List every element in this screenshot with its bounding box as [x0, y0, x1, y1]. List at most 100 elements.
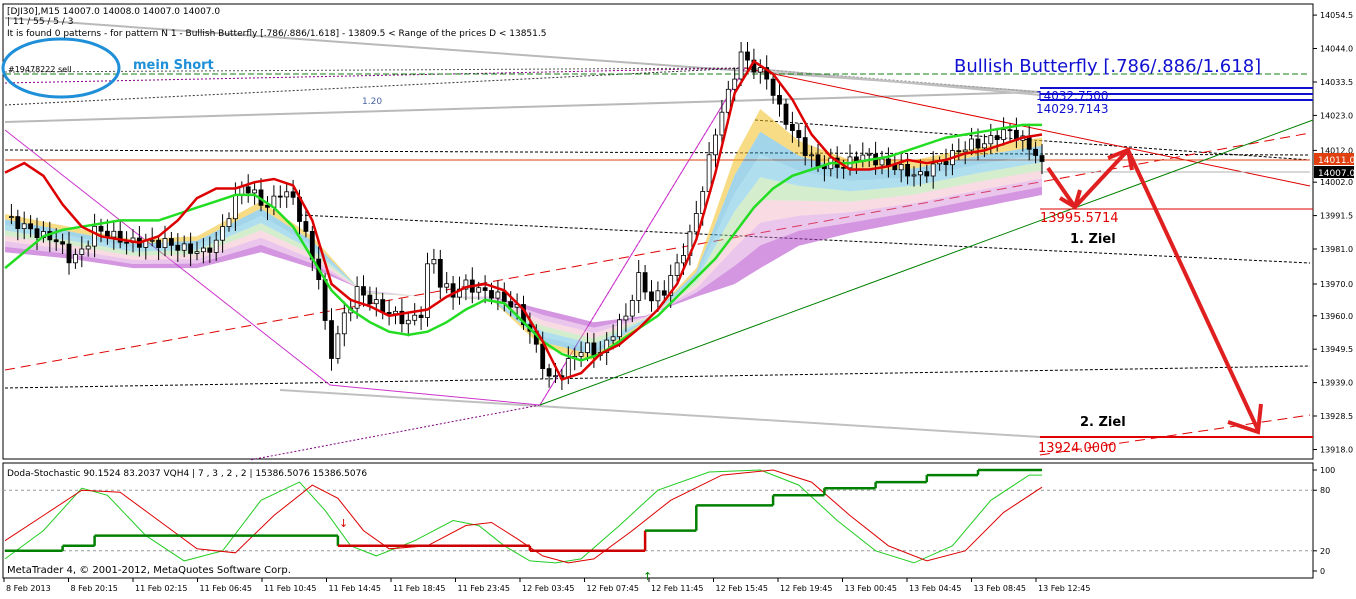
- candle-body: [1001, 129, 1006, 140]
- candle-body: [943, 160, 949, 166]
- price-tag-red-text: 14011.0: [1318, 156, 1355, 166]
- candle-body: [28, 223, 34, 230]
- level-a-label: 14032.7500: [1036, 89, 1109, 103]
- price-tick-label: 13970.0: [1320, 280, 1353, 289]
- candle-body: [629, 299, 635, 317]
- candle-body: [1007, 129, 1013, 132]
- candle-body: [329, 320, 334, 359]
- candle-body: [489, 290, 494, 299]
- candle-body: [124, 241, 129, 244]
- candle-body: [322, 279, 328, 321]
- time-tick-label: 11 Feb 23:45: [458, 584, 510, 593]
- candle-body: [655, 290, 661, 302]
- candle-body: [911, 174, 917, 177]
- candle-body: [444, 283, 450, 288]
- footer-copyright: MetaTrader 4, © 2001-2012, MetaQuotes So…: [7, 565, 291, 576]
- candle-body: [495, 291, 501, 299]
- candle-body: [431, 258, 437, 265]
- candle-body: [738, 51, 744, 80]
- candle-body: [85, 245, 91, 250]
- header-line-1: [DJI30],M15 14007.0 14008.0 14007.0 1400…: [7, 7, 220, 17]
- candle-body: [60, 241, 65, 245]
- candle-body: [15, 216, 21, 230]
- price-tick-label: 13918.0: [1320, 446, 1353, 455]
- candle-body: [578, 352, 584, 357]
- candle-body: [693, 213, 699, 233]
- candle-body: [418, 314, 424, 319]
- time-tick-label: 11 Feb 10:45: [264, 584, 316, 593]
- candle-body: [8, 216, 14, 219]
- time-tick-label: 13 Feb 08:45: [974, 584, 1026, 593]
- candle-body: [591, 342, 597, 356]
- candle-body: [386, 311, 392, 315]
- price-tick-label: 14054.5: [1320, 11, 1353, 20]
- candle-body: [303, 221, 309, 232]
- level-d-label: 13924.0000: [1038, 441, 1117, 456]
- candle-body: [636, 272, 642, 301]
- metatrader-chart-window: 14054.5 14044.0 14033.5 14023.0 14012.0 14002…: [0, 0, 1356, 595]
- time-tick-label: 13 Feb 04:45: [909, 584, 961, 593]
- candle-body: [361, 286, 366, 296]
- indicator-axis: 100 80 20 0: [1313, 466, 1335, 576]
- candle-body: [354, 286, 360, 309]
- candle-body: [610, 336, 616, 341]
- buy-signal-arrow-icon: ↑: [643, 570, 652, 583]
- time-tick-label: 12 Feb 15:45: [716, 584, 768, 593]
- ziel2-label: 2. Ziel: [1080, 415, 1126, 430]
- price-tick-label: 14002.0: [1320, 178, 1353, 187]
- order-label: #19478222 sell: [8, 65, 72, 74]
- time-tick-label: 11 Feb 02:15: [135, 584, 187, 593]
- candle-body: [66, 243, 72, 264]
- candle-body: [802, 137, 808, 156]
- candle-body: [956, 150, 962, 153]
- indicator-label: Doda-Stochastic 90.1524 83.2037 VQH4 | 7…: [7, 469, 367, 479]
- level-c-label: 13995.5714: [1040, 211, 1119, 226]
- time-tick-label: 12 Feb 07:45: [587, 584, 639, 593]
- candle-body: [719, 111, 725, 136]
- price-tick-label: 13939.0: [1320, 379, 1353, 388]
- header-line-2: | 11 / 55 / 5 / 3: [7, 17, 74, 27]
- candle-body: [732, 78, 738, 90]
- candle-body: [661, 290, 667, 296]
- candle-body: [866, 153, 872, 156]
- price-axis: 14054.514044.014033.514023.014012.014002…: [1313, 11, 1353, 455]
- candle-body: [482, 287, 488, 291]
- candle-body: [168, 238, 174, 246]
- candle-body: [988, 135, 994, 145]
- candle-body: [92, 225, 97, 247]
- candle-body: [770, 78, 776, 96]
- candle-body: [649, 291, 654, 302]
- candle-body: [975, 138, 981, 149]
- candle-body: [546, 368, 552, 377]
- candle-body: [924, 171, 930, 177]
- candle-body: [969, 138, 974, 151]
- indicator-tick-label: 0: [1320, 567, 1325, 576]
- price-tick-label: 14033.5: [1320, 78, 1353, 87]
- candle-body: [213, 239, 219, 253]
- candle-body: [783, 103, 789, 125]
- candle-body: [681, 254, 686, 264]
- time-axis: 8 Feb 2013 8 Feb 20:15 11 Feb 02:15 11 Feb …: [3, 578, 1090, 593]
- candle-body: [713, 134, 718, 156]
- price-tick-label: 13960.0: [1320, 312, 1353, 321]
- price-tick-label: 14044.0: [1320, 45, 1353, 54]
- candle-body: [335, 333, 341, 359]
- sell-signal-arrow-icon: ↓: [339, 517, 348, 530]
- candle-body: [886, 158, 891, 166]
- candle-body: [188, 243, 194, 254]
- candle-body: [373, 299, 379, 305]
- candle-body: [982, 143, 987, 149]
- candle-body: [757, 67, 763, 73]
- candle-body: [994, 135, 1000, 141]
- candle-body: [815, 154, 821, 167]
- time-tick-label: 11 Feb 14:45: [329, 584, 381, 593]
- candle-body: [540, 343, 546, 370]
- indicator-tick-label: 100: [1320, 466, 1335, 475]
- candle-body: [777, 95, 782, 105]
- candle-body: [200, 247, 206, 253]
- candle-body: [380, 299, 386, 313]
- candle-body: [565, 358, 571, 378]
- price-tick-label: 13991.5: [1320, 212, 1353, 221]
- candle-body: [111, 230, 117, 238]
- candle-body: [194, 251, 200, 254]
